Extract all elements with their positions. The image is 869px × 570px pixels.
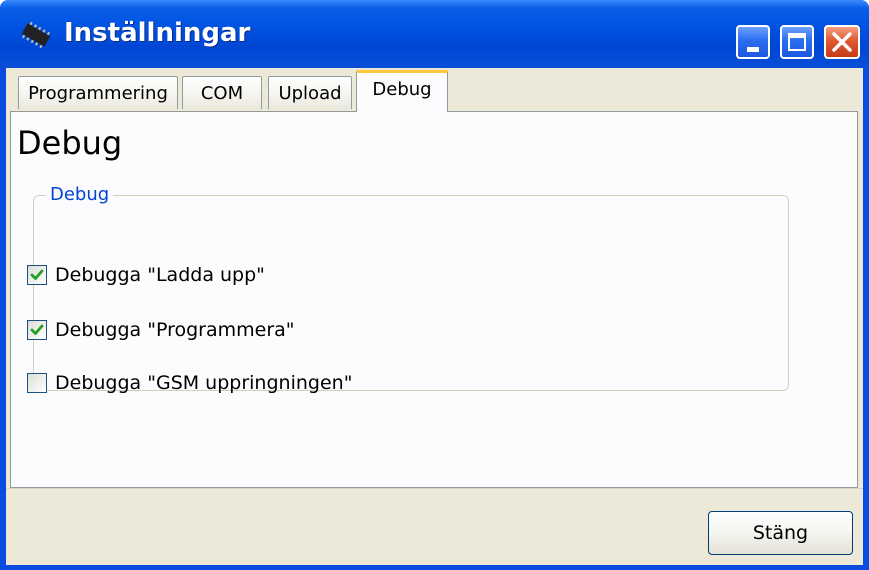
debug-program-option[interactable]: Debugga "Programmera" [27,317,295,343]
chip-icon [21,22,51,48]
debug-upload-label: Debugga "Ladda upp" [55,264,265,286]
check-mark-icon [30,269,44,280]
settings-window: Inställningar Programmering COM Upload D… [0,0,869,570]
debug-program-checkbox[interactable] [27,320,47,340]
tab-upload[interactable]: Upload [268,76,352,109]
debug-program-label: Debugga "Programmera" [55,319,295,341]
tab-panel: Debug Debug Debugga "Ladda upp" Debugga … [10,111,858,488]
debug-gsm-checkbox[interactable] [27,373,47,393]
button-bar: Stäng [6,488,863,565]
debug-groupbox: Debug [33,184,789,391]
window-title: Inställningar [64,18,251,48]
close-button[interactable]: Stäng [708,511,853,555]
close-icon [832,32,852,52]
debug-gsm-label: Debugga "GSM uppringningen" [55,372,353,394]
minimize-button[interactable] [736,25,770,59]
tab-debug[interactable]: Debug [356,70,448,112]
maximize-icon [788,33,806,51]
title-bar[interactable]: Inställningar [0,0,869,68]
close-window-button[interactable] [824,25,860,59]
debug-gsm-option[interactable]: Debugga "GSM uppringningen" [27,370,352,396]
minimize-icon [747,47,759,52]
groupbox-label: Debug [46,184,114,205]
tab-strip: Programmering COM Upload Debug [6,68,863,112]
page-title: Debug [17,124,123,162]
check-mark-icon [30,324,44,335]
tab-programmering[interactable]: Programmering [18,76,178,109]
tab-com[interactable]: COM [182,76,262,109]
debug-upload-option[interactable]: Debugga "Ladda upp" [27,262,265,288]
debug-upload-checkbox[interactable] [27,265,47,285]
maximize-button[interactable] [780,25,814,59]
client-area: Programmering COM Upload Debug Debug Deb… [6,68,863,565]
